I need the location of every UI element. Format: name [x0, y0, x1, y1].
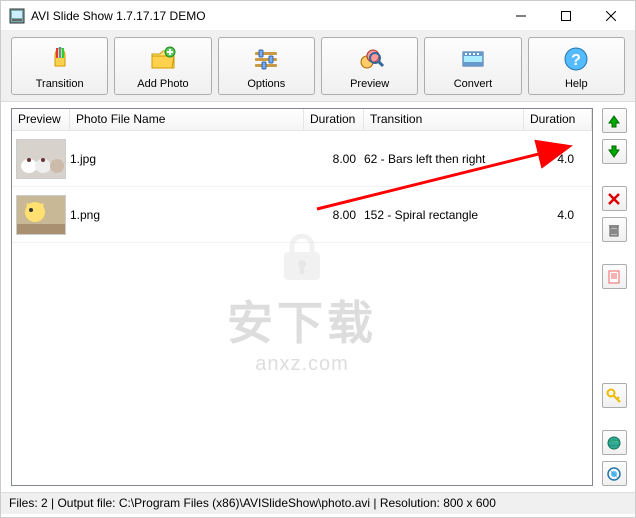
info-button[interactable] — [602, 461, 627, 486]
cell-duration: 8.00 — [304, 208, 364, 222]
move-up-button[interactable] — [602, 108, 627, 133]
move-down-button[interactable] — [602, 139, 627, 164]
watermark-text2: anxz.com — [227, 353, 377, 376]
watermark-text1: 安下载 — [227, 287, 377, 353]
add-photo-label: Add Photo — [137, 78, 188, 90]
web-button[interactable] — [602, 430, 627, 455]
svg-text:?: ? — [571, 52, 581, 69]
delete-button[interactable] — [602, 186, 627, 211]
col-preview[interactable]: Preview — [12, 109, 70, 130]
cell-filename: 1.png — [70, 208, 304, 222]
grid-body: 1.jpg 8.00 62 - Bars left then right 4.0… — [12, 131, 592, 243]
cell-duration2: 4.0 — [524, 208, 592, 222]
transition-label: Transition — [36, 78, 84, 90]
sidebar — [597, 102, 635, 492]
col-duration2[interactable]: Duration — [524, 109, 592, 130]
titlebar: AVI Slide Show 1.7.17.17 DEMO — [1, 1, 635, 31]
cell-duration: 8.00 — [304, 152, 364, 166]
col-duration[interactable]: Duration — [304, 109, 364, 130]
thumbnail — [16, 195, 66, 235]
options-icon — [250, 43, 282, 75]
preview-button[interactable]: Preview — [321, 37, 418, 95]
col-filename[interactable]: Photo File Name — [70, 109, 304, 130]
preview-label: Preview — [350, 78, 389, 90]
thumbnail — [16, 139, 66, 179]
photo-grid[interactable]: Preview Photo File Name Duration Transit… — [11, 108, 593, 486]
cell-duration2: 4.0 — [524, 152, 592, 166]
watermark: 安下载 anxz.com — [227, 234, 377, 376]
cell-transition: 152 - Spiral rectangle — [364, 208, 524, 222]
add-photo-button[interactable]: Add Photo — [114, 37, 211, 95]
options-label: Options — [247, 78, 285, 90]
add-photo-icon — [147, 43, 179, 75]
preview-icon — [354, 43, 386, 75]
help-label: Help — [565, 78, 588, 90]
window-controls — [498, 1, 633, 30]
convert-icon — [457, 43, 489, 75]
properties-button[interactable] — [602, 264, 627, 289]
main-area: Preview Photo File Name Duration Transit… — [1, 102, 635, 492]
transition-button[interactable]: Transition — [11, 37, 108, 95]
main-toolbar: Transition Add Photo Options Preview Con… — [1, 31, 635, 102]
options-button[interactable]: Options — [218, 37, 315, 95]
cell-filename: 1.jpg — [70, 152, 304, 166]
window-title: AVI Slide Show 1.7.17.17 DEMO — [31, 9, 498, 23]
clear-button[interactable] — [602, 217, 627, 242]
status-text: Files: 2 | Output file: C:\Program Files… — [9, 496, 496, 510]
table-row[interactable]: 1.png 8.00 152 - Spiral rectangle 4.0 — [12, 187, 592, 243]
cell-transition: 62 - Bars left then right — [364, 152, 524, 166]
convert-label: Convert — [454, 78, 493, 90]
convert-button[interactable]: Convert — [424, 37, 521, 95]
help-button[interactable]: ? Help — [528, 37, 625, 95]
key-button[interactable] — [602, 383, 627, 408]
table-row[interactable]: 1.jpg 8.00 62 - Bars left then right 4.0 — [12, 131, 592, 187]
grid-header: Preview Photo File Name Duration Transit… — [12, 109, 592, 131]
status-bar: Files: 2 | Output file: C:\Program Files… — [1, 492, 635, 514]
transition-icon — [44, 43, 76, 75]
maximize-button[interactable] — [543, 1, 588, 30]
app-icon — [9, 8, 25, 24]
minimize-button[interactable] — [498, 1, 543, 30]
grid-wrap: Preview Photo File Name Duration Transit… — [1, 102, 597, 492]
help-icon: ? — [560, 43, 592, 75]
col-transition[interactable]: Transition — [364, 109, 524, 130]
close-button[interactable] — [588, 1, 633, 30]
